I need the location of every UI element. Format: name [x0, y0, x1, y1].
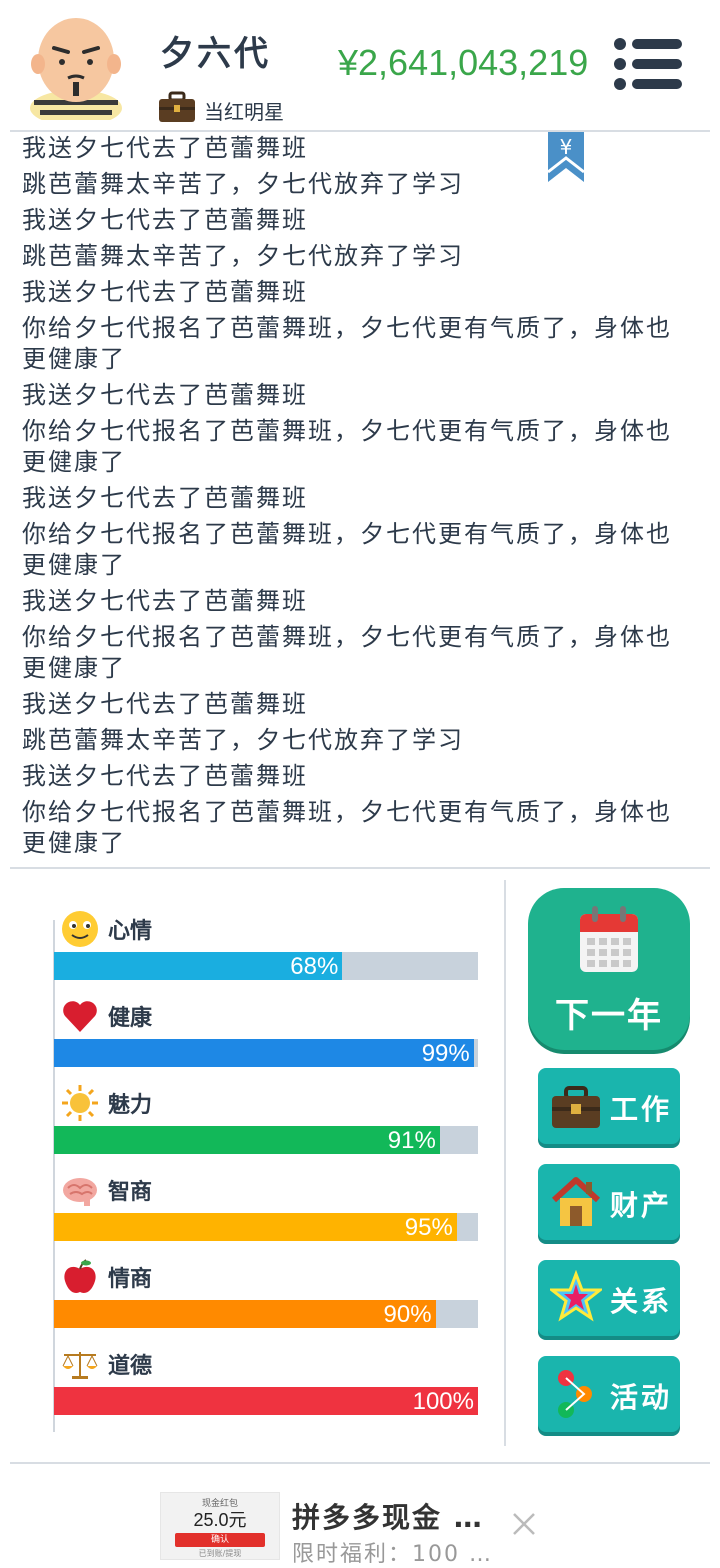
- relation-button[interactable]: 关系: [538, 1260, 680, 1336]
- ad-image-button: 确认: [175, 1533, 265, 1547]
- calendar-icon: [580, 906, 638, 972]
- stat-label: 心情: [108, 919, 153, 944]
- smiley-icon: [60, 909, 100, 949]
- briefcase-icon: [552, 1086, 600, 1128]
- stat-5: 道德 100%: [54, 1345, 478, 1415]
- work-button[interactable]: 工作: [538, 1068, 680, 1144]
- relation-label: 关系: [610, 1285, 673, 1318]
- log-line: 你给夕七代报名了芭蕾舞班，夕七代更有气质了，身体也更健康了: [22, 314, 672, 373]
- log-line: 你给夕七代报名了芭蕾舞班，夕七代更有气质了，身体也更健康了: [22, 798, 672, 857]
- stat-header: 情商: [54, 1258, 478, 1296]
- activity-icon: [558, 1370, 592, 1418]
- menu-icon[interactable]: [612, 36, 684, 92]
- activity-button[interactable]: 活动: [538, 1356, 680, 1432]
- stat-bar-fill: 95%: [54, 1213, 457, 1241]
- ad-subtitle: 限时福利：100 …: [292, 1542, 493, 1567]
- stat-bar-fill: 99%: [54, 1039, 474, 1067]
- stat-bar-fill: 91%: [54, 1126, 440, 1154]
- house-icon: [551, 1177, 601, 1226]
- stat-header: 道德: [54, 1345, 478, 1383]
- brain-icon: [60, 1170, 100, 1210]
- log-line: 我送夕七代去了芭蕾舞班: [22, 206, 308, 234]
- log-line: 我送夕七代去了芭蕾舞班: [22, 690, 308, 718]
- stat-1: 健康 99%: [54, 997, 478, 1067]
- stat-bar: 91%: [54, 1126, 478, 1154]
- activity-label: 活动: [610, 1381, 673, 1414]
- stat-bar: 95%: [54, 1213, 478, 1241]
- stat-header: 智商: [54, 1171, 478, 1209]
- avatar[interactable]: [24, 8, 128, 120]
- log-line: 我送夕七代去了芭蕾舞班: [22, 134, 308, 162]
- stat-label: 魅力: [108, 1093, 153, 1118]
- stat-bar-fill: 68%: [54, 952, 343, 980]
- stat-percent: 91%: [387, 1127, 436, 1154]
- stat-label: 情商: [108, 1267, 153, 1292]
- event-log-list: 我送夕七代去了芭蕾舞班 跳芭蕾舞太辛苦了，夕七代放弃了学习 我送夕七代去了芭蕾舞班跳…: [0, 133, 720, 859]
- heart-icon: [60, 996, 100, 1036]
- close-icon[interactable]: [510, 1510, 538, 1538]
- header: 夕六代 当红明星 ¥2,641,043,219: [0, 0, 720, 132]
- log-line: 跳芭蕾舞太辛苦了，夕七代放弃了学习: [22, 170, 464, 198]
- job-badge[interactable]: 当红明星: [158, 88, 284, 125]
- stat-bar-fill: 100%: [54, 1387, 478, 1415]
- ad-title[interactable]: 拼多多现金 …: [292, 1496, 484, 1536]
- event-log[interactable]: 我送夕七代去了芭蕾舞班 跳芭蕾舞太辛苦了，夕七代放弃了学习 我送夕七代去了芭蕾舞班跳…: [0, 133, 720, 860]
- stat-bar-fill: 90%: [54, 1300, 436, 1328]
- header-divider: [10, 130, 710, 132]
- panel-separator: [504, 880, 506, 1446]
- stat-0: 心情 68%: [54, 910, 478, 980]
- log-line: 你给夕七代报名了芭蕾舞班，夕七代更有气质了，身体也更健康了: [22, 417, 672, 476]
- ad-image-note: 已到账/提现: [198, 1549, 242, 1558]
- stat-percent: 90%: [383, 1301, 432, 1328]
- ad-image-amount: 25.0元: [193, 1510, 247, 1530]
- yen-bookmark-icon[interactable]: ¥: [546, 132, 586, 184]
- briefcase-icon: [159, 91, 195, 122]
- log-line: 你给夕七代报名了芭蕾舞班，夕七代更有气质了，身体也更健康了: [22, 520, 672, 579]
- stat-header: 健康: [54, 997, 478, 1035]
- next-year-label: 下一年: [555, 996, 663, 1036]
- stat-label: 智商: [108, 1180, 153, 1205]
- stat-label: 健康: [108, 1006, 153, 1031]
- log-line: 我送夕七代去了芭蕾舞班: [22, 381, 308, 409]
- sun-icon: [60, 1083, 100, 1123]
- stat-header: 魅力: [54, 1084, 478, 1122]
- log-line: 我送夕七代去了芭蕾舞班: [22, 484, 308, 512]
- star-icon: [550, 1270, 602, 1322]
- ad-banner[interactable]: 现金红包 25.0元 确认 已到账/提现 拼多多现金 … 限时福利：100 …: [0, 1466, 720, 1567]
- stat-percent: 100%: [412, 1388, 474, 1415]
- stat-bar: 90%: [54, 1300, 478, 1328]
- property-label: 财产: [610, 1189, 673, 1222]
- stat-percent: 99%: [421, 1040, 470, 1067]
- stat-header: 心情: [54, 910, 478, 948]
- stats-panel: 心情 68% 健康 99% 魅力 91% 智商 95% 情商 90% 道德 100%: [0, 880, 504, 1440]
- character-name: 夕六代: [160, 34, 271, 74]
- log-divider: [10, 867, 710, 869]
- stat-percent: 95%: [404, 1214, 453, 1241]
- stat-bar: 68%: [54, 952, 478, 980]
- ad-image[interactable]: 现金红包 25.0元 确认 已到账/提现: [160, 1492, 280, 1560]
- ad-divider: [10, 1462, 710, 1464]
- work-label: 工作: [610, 1093, 673, 1126]
- log-line: 跳芭蕾舞太辛苦了，夕七代放弃了学习: [22, 242, 464, 270]
- stat-4: 情商 90%: [54, 1258, 478, 1328]
- stat-bar: 99%: [54, 1039, 478, 1067]
- scales-icon: [60, 1344, 100, 1384]
- next-year-button[interactable]: 下一年: [528, 888, 690, 1050]
- apple-icon: [60, 1257, 100, 1297]
- stat-percent: 68%: [290, 953, 339, 980]
- stat-2: 魅力 91%: [54, 1084, 478, 1154]
- svg-text:¥: ¥: [560, 135, 573, 159]
- stat-3: 智商 95%: [54, 1171, 478, 1241]
- log-line: 我送夕七代去了芭蕾舞班: [22, 762, 308, 790]
- log-line: 你给夕七代报名了芭蕾舞班，夕七代更有气质了，身体也更健康了: [22, 623, 672, 682]
- log-line: 我送夕七代去了芭蕾舞班: [22, 587, 308, 615]
- stat-bar: 100%: [54, 1387, 478, 1415]
- stat-label: 道德: [108, 1354, 153, 1379]
- money-amount: ¥2,641,043,219: [338, 42, 589, 83]
- log-line: 我送夕七代去了芭蕾舞班: [22, 278, 308, 306]
- log-line: 跳芭蕾舞太辛苦了，夕七代放弃了学习: [22, 726, 464, 754]
- property-button[interactable]: 财产: [538, 1164, 680, 1240]
- job-label: 当红明星: [204, 100, 284, 124]
